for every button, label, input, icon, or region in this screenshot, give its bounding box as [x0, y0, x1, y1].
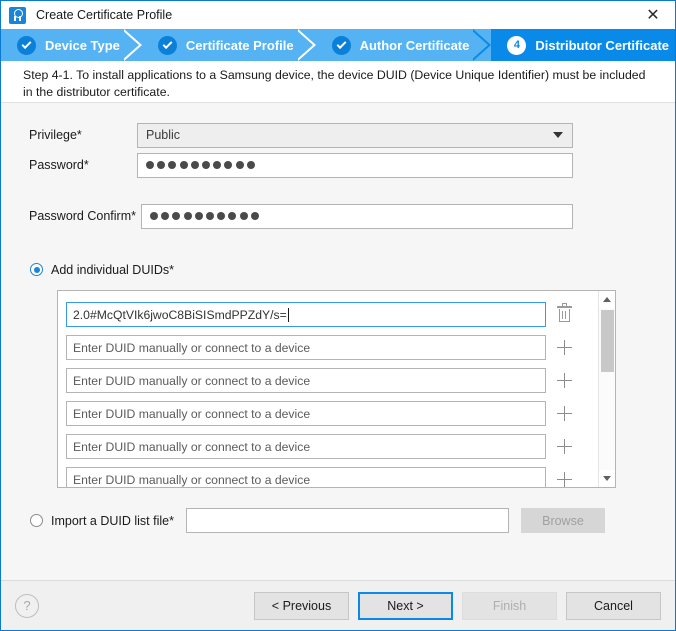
add-duid-button[interactable] [546, 340, 582, 355]
step-device-type[interactable]: Device Type [1, 29, 142, 61]
step-certificate-profile[interactable]: Certificate Profile [142, 29, 316, 61]
create-certificate-profile-dialog: Create Certificate Profile ✕ Device Type… [0, 0, 676, 631]
add-individual-duids-label: Add individual DUIDs* [51, 263, 174, 277]
trash-icon [557, 306, 572, 323]
add-duid-button[interactable] [546, 373, 582, 388]
step-distributor-certificate[interactable]: 4 Distributor Certificate [491, 29, 675, 61]
plus-icon [557, 472, 572, 487]
scrollbar-track[interactable] [599, 308, 616, 470]
add-individual-duids-radio-row[interactable]: Add individual DUIDs* [30, 263, 174, 277]
cancel-button[interactable]: Cancel [566, 592, 661, 620]
password-field-row: Password* [29, 153, 573, 178]
step-complete-check-icon [17, 36, 36, 55]
step-number: 4 [514, 40, 520, 51]
duid-input-empty[interactable]: Enter DUID manually or connect to a devi… [66, 434, 546, 459]
duid-input-empty[interactable]: Enter DUID manually or connect to a devi… [66, 467, 546, 487]
duid-row: 2.0#McQtVIk6jwoC8BiSISmdPPZdY/s= [66, 298, 598, 331]
password-masked-value [144, 161, 255, 169]
radio-import-duid-list-file[interactable] [30, 514, 43, 527]
privilege-label: Privilege* [29, 128, 137, 142]
step-complete-check-icon [158, 36, 177, 55]
scroll-down-button[interactable] [599, 470, 616, 487]
scroll-up-button[interactable] [599, 291, 616, 308]
duid-input-filled[interactable]: 2.0#McQtVIk6jwoC8BiSISmdPPZdY/s= [66, 302, 546, 327]
duid-row: Enter DUID manually or connect to a devi… [66, 463, 598, 487]
import-file-path-input[interactable] [186, 508, 509, 533]
chevron-right-icon [298, 29, 316, 61]
dialog-footer: ? < Previous Next > Finish Cancel [1, 580, 675, 630]
duid-list-scrollbar[interactable] [598, 291, 615, 487]
step-description: Step 4-1. To install applications to a S… [23, 67, 653, 102]
step-author-certificate[interactable]: Author Certificate [316, 29, 492, 61]
footer-buttons: < Previous Next > Finish Cancel [254, 592, 661, 620]
password-confirm-label: Password Confirm* [29, 209, 141, 223]
step-label: Certificate Profile [186, 38, 294, 53]
step-label: Distributor Certificate [535, 38, 669, 53]
step-label: Author Certificate [360, 38, 470, 53]
import-duid-file-row: Import a DUID list file* Browse [30, 508, 605, 533]
step-description-bar: Step 4-1. To install applications to a S… [1, 61, 675, 103]
duid-row: Enter DUID manually or connect to a devi… [66, 331, 598, 364]
chevron-right-icon [473, 29, 491, 61]
duid-input-empty[interactable]: Enter DUID manually or connect to a devi… [66, 401, 546, 426]
step-number-badge: 4 [507, 36, 526, 55]
duid-value: 2.0#McQtVIk6jwoC8BiSISmdPPZdY/s= [73, 308, 287, 322]
duid-rows: 2.0#McQtVIk6jwoC8BiSISmdPPZdY/s= Enter D… [58, 291, 598, 487]
previous-button[interactable]: < Previous [254, 592, 349, 620]
password-input[interactable] [137, 153, 573, 178]
password-label: Password* [29, 158, 137, 172]
duid-list-panel: 2.0#McQtVIk6jwoC8BiSISmdPPZdY/s= Enter D… [57, 290, 616, 488]
plus-icon [557, 340, 572, 355]
radio-add-individual-duids[interactable] [30, 263, 43, 276]
title-bar: Create Certificate Profile ✕ [1, 1, 675, 29]
window-title: Create Certificate Profile [36, 8, 172, 22]
duid-row: Enter DUID manually or connect to a devi… [66, 397, 598, 430]
chevron-right-icon [124, 29, 142, 61]
chevron-down-icon [603, 476, 611, 481]
add-duid-button[interactable] [546, 472, 582, 487]
password-confirm-masked-value [148, 212, 259, 220]
privilege-value: Public [146, 128, 180, 142]
password-confirm-field-row: Password Confirm* [29, 204, 573, 229]
plus-icon [557, 406, 572, 421]
password-confirm-input[interactable] [141, 204, 573, 229]
chevron-up-icon [603, 297, 611, 302]
step-label: Device Type [45, 38, 120, 53]
delete-duid-button[interactable] [546, 306, 582, 323]
scrollbar-thumb[interactable] [601, 310, 614, 372]
text-caret [288, 308, 289, 322]
privilege-select[interactable]: Public [137, 123, 573, 148]
next-button[interactable]: Next > [358, 592, 453, 620]
plus-icon [557, 439, 572, 454]
browse-button[interactable]: Browse [521, 508, 605, 533]
import-duid-file-label: Import a DUID list file* [51, 514, 174, 528]
plus-icon [557, 373, 572, 388]
duid-row: Enter DUID manually or connect to a devi… [66, 430, 598, 463]
close-icon[interactable]: ✕ [631, 1, 675, 29]
add-duid-button[interactable] [546, 439, 582, 454]
wizard-steps: Device Type Certificate Profile Author C… [1, 29, 675, 61]
help-icon[interactable]: ? [15, 594, 39, 618]
privilege-field-row: Privilege* Public [29, 123, 573, 148]
duid-row: Enter DUID manually or connect to a devi… [66, 364, 598, 397]
add-duid-button[interactable] [546, 406, 582, 421]
duid-input-empty[interactable]: Enter DUID manually or connect to a devi… [66, 368, 546, 393]
chevron-down-icon [553, 132, 563, 138]
duid-input-empty[interactable]: Enter DUID manually or connect to a devi… [66, 335, 546, 360]
step-complete-check-icon [332, 36, 351, 55]
certificate-icon [9, 7, 26, 24]
finish-button: Finish [462, 592, 557, 620]
